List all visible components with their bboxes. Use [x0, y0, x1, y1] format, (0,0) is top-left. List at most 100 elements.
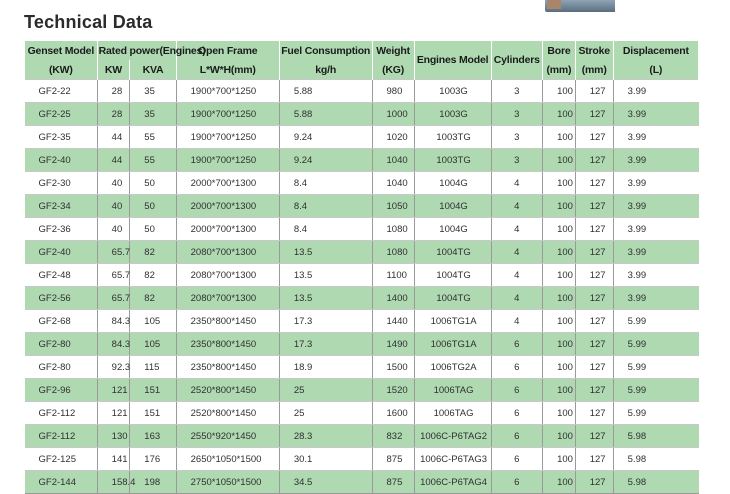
- cell-engines-model: 1006C-P6TAG4: [413, 470, 491, 494]
- col-unit-bore: (mm): [542, 60, 576, 80]
- cell-bore: 100: [542, 217, 576, 241]
- col-unit-genset-model: (KW): [24, 60, 98, 80]
- cell-kva: 55: [129, 125, 177, 149]
- cell-displacement: 3.99: [612, 148, 699, 172]
- cell-fuel-consumption: 8.4: [278, 194, 373, 218]
- cell-bore: 100: [542, 378, 576, 402]
- col-header-cylinders: Cylinders: [490, 41, 544, 80]
- cell-displacement: 3.99: [612, 286, 699, 310]
- cell-weight: 1490: [371, 332, 415, 356]
- cell-bore: 100: [542, 286, 576, 310]
- cell-engines-model: 1004TG: [413, 286, 491, 310]
- cell-cylinders: 3: [490, 125, 543, 149]
- cell-bore: 100: [542, 470, 576, 494]
- cell-cylinders: 6: [490, 424, 543, 448]
- cell-fuel-consumption: 25: [278, 378, 373, 402]
- cell-fuel-consumption: 17.3: [278, 309, 373, 333]
- cell-kw: 92.3: [96, 355, 130, 379]
- cell-displacement: 3.99: [612, 263, 699, 287]
- cell-stroke: 127: [574, 79, 614, 103]
- cell-open-frame: 2350*800*1450: [175, 355, 280, 379]
- col-unit-open-frame: L*W*H(mm): [175, 60, 280, 80]
- cell-weight: 1020: [371, 125, 415, 149]
- cell-displacement: 5.99: [612, 332, 699, 356]
- cell-weight: 832: [371, 424, 415, 448]
- col-header-rated-power: Rated power(Engines): [96, 41, 206, 60]
- page-title: Technical Data: [24, 12, 153, 32]
- cell-kw: 141: [96, 447, 130, 471]
- cell-kva: 55: [129, 148, 177, 172]
- table-row: GF2-30 40 50 2000*700*1300 8.4 1040 1004G 4 100 1…: [24, 171, 699, 195]
- cell-weight: 1050: [371, 194, 415, 218]
- cell-bore: 100: [542, 309, 576, 333]
- cell-bore: 100: [542, 148, 576, 172]
- cell-weight: 1100: [371, 263, 415, 287]
- cell-fuel-consumption: 28.3: [278, 424, 373, 448]
- cell-kw: 121: [96, 401, 130, 425]
- cell-displacement: 5.99: [612, 309, 699, 333]
- col-unit-displacement: (L): [612, 60, 700, 80]
- cell-kw: 40: [96, 217, 130, 241]
- header-row-2: (KW) KW KVA L*W*H(mm) kg/h (KG) (mm) (mm…: [24, 60, 700, 80]
- cell-genset-model: GF2-30: [24, 171, 98, 195]
- cell-bore: 100: [542, 447, 576, 471]
- cell-engines-model: 1004TG: [413, 263, 491, 287]
- cell-genset-model: GF2-80: [24, 355, 98, 379]
- cell-cylinders: 3: [490, 148, 543, 172]
- cell-stroke: 127: [574, 148, 614, 172]
- cell-genset-model: GF2-112: [24, 424, 98, 448]
- cell-kva: 50: [129, 171, 177, 195]
- cell-stroke: 127: [574, 286, 614, 310]
- col-header-bore: Bore: [542, 41, 576, 60]
- cell-stroke: 127: [574, 263, 614, 287]
- cell-kva: 176: [129, 447, 177, 471]
- cell-kva: 151: [129, 401, 177, 425]
- cell-displacement: 3.99: [612, 125, 699, 149]
- cell-kva: 82: [129, 240, 177, 264]
- col-unit-kva: KVA: [129, 60, 177, 80]
- cell-fuel-consumption: 9.24: [278, 148, 373, 172]
- cell-engines-model: 1006TG2A: [413, 355, 491, 379]
- cell-genset-model: GF2-25: [24, 102, 98, 126]
- cell-stroke: 127: [574, 378, 614, 402]
- cell-fuel-consumption: 18.9: [278, 355, 373, 379]
- cell-kva: 163: [129, 424, 177, 448]
- col-header-fuel-consumption: Fuel Consumption: [278, 41, 373, 60]
- cell-kw: 65.7: [96, 263, 130, 287]
- cell-stroke: 127: [574, 217, 614, 241]
- cell-bore: 100: [542, 401, 576, 425]
- cell-open-frame: 2520*800*1450: [175, 401, 280, 425]
- cell-genset-model: GF2-56: [24, 286, 98, 310]
- cell-stroke: 127: [574, 240, 614, 264]
- table-row: GF2-96 121 151 2520*800*1450 25 1520 1006TAG 6 1…: [24, 378, 699, 402]
- cell-kva: 151: [129, 378, 177, 402]
- cell-stroke: 127: [574, 332, 614, 356]
- cell-displacement: 5.98: [612, 447, 699, 471]
- cell-cylinders: 4: [490, 263, 543, 287]
- cell-genset-model: GF2-40: [24, 148, 98, 172]
- cell-weight: 1400: [371, 286, 415, 310]
- cell-cylinders: 3: [490, 79, 543, 103]
- table-header: Genset Model Rated power(Engines) Open F…: [24, 41, 700, 80]
- cell-engines-model: 1006TAG: [413, 378, 491, 402]
- cell-genset-model: GF2-80: [24, 332, 98, 356]
- cell-kw: 84.3: [96, 332, 130, 356]
- cell-open-frame: 1900*700*1250: [175, 125, 280, 149]
- cell-genset-model: GF2-144: [24, 470, 98, 494]
- cell-cylinders: 6: [490, 378, 543, 402]
- cell-kw: 40: [96, 171, 130, 195]
- cell-bore: 100: [542, 194, 576, 218]
- cell-cylinders: 4: [490, 286, 543, 310]
- cell-stroke: 127: [574, 424, 614, 448]
- cell-cylinders: 4: [490, 194, 543, 218]
- decorative-banner-edge: [545, 0, 615, 12]
- cell-displacement: 3.99: [612, 102, 699, 126]
- cell-engines-model: 1006TG1A: [413, 309, 491, 333]
- cell-open-frame: 2080*700*1300: [175, 240, 280, 264]
- cell-fuel-consumption: 25: [278, 401, 373, 425]
- cell-bore: 100: [542, 424, 576, 448]
- col-header-displacement: Displacement: [612, 41, 700, 60]
- cell-weight: 1040: [371, 148, 415, 172]
- cell-weight: 1080: [371, 217, 415, 241]
- table-row: GF2-25 28 35 1900*700*1250 5.88 1000 1003G 3 100…: [24, 102, 699, 126]
